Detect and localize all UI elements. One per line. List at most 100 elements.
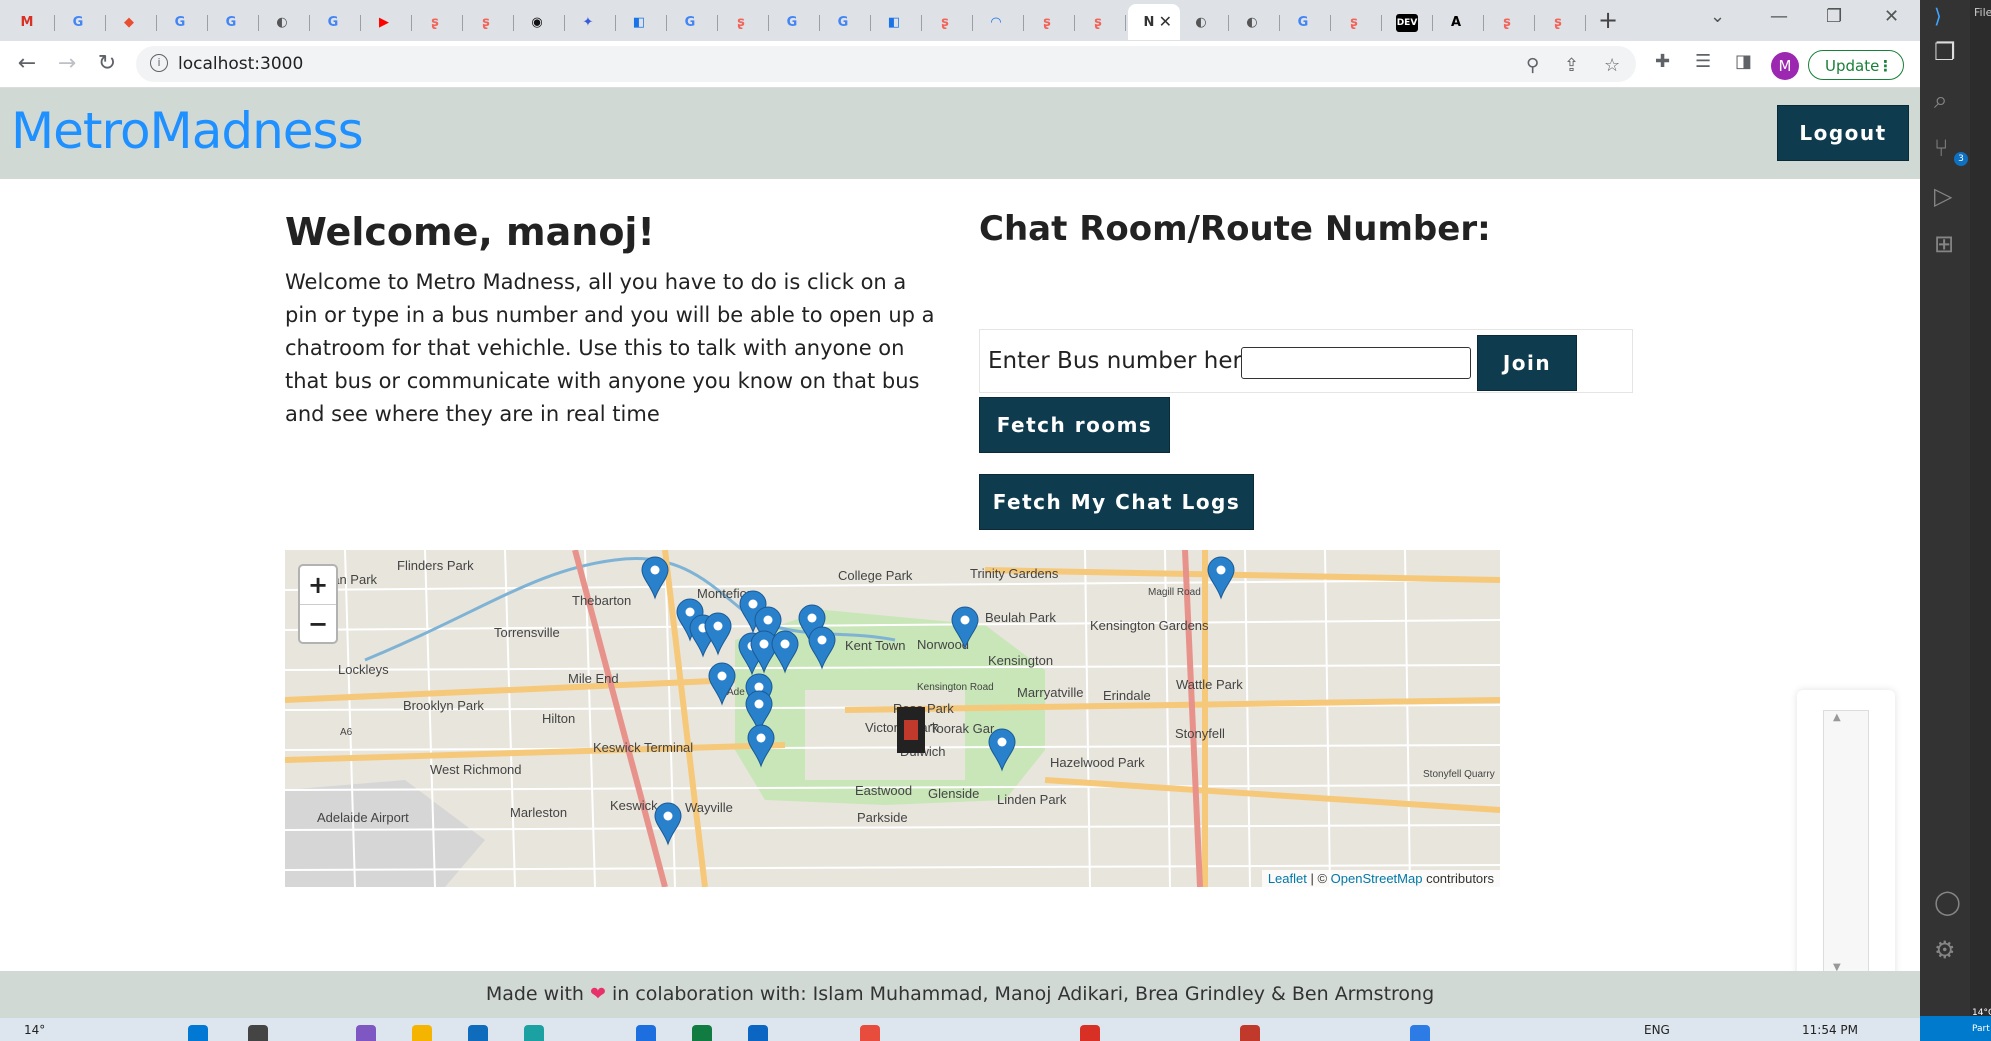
browser-tab[interactable]: ▶ <box>363 4 412 40</box>
store-icon[interactable] <box>524 1025 544 1041</box>
run-debug-icon[interactable]: ▷ <box>1934 182 1952 210</box>
browser-tab[interactable]: G <box>771 4 820 40</box>
fetch-rooms-button[interactable]: Fetch rooms <box>979 397 1170 453</box>
browser-tab[interactable]: DEV <box>1384 4 1433 40</box>
clock[interactable]: 11:54 PM <box>1802 1023 1858 1037</box>
browser-tab[interactable]: ʂ <box>720 4 769 40</box>
browser-tab[interactable]: G <box>822 4 871 40</box>
new-tab-button[interactable]: + <box>1598 6 1618 34</box>
join-button[interactable]: Join <box>1477 335 1577 391</box>
vscode-icon[interactable] <box>1410 1025 1430 1041</box>
vscode-search-icon[interactable]: ⌕ <box>1934 86 1947 114</box>
share-icon[interactable]: ⇪ <box>1564 55 1579 76</box>
browser-tab[interactable]: ʂ <box>1537 4 1586 40</box>
bus-map[interactable]: Flinders Park nan Park Thebarton Montefiore… <box>285 550 1500 887</box>
tab-separator <box>54 15 55 31</box>
bookmark-star-icon[interactable]: ☆ <box>1604 55 1620 76</box>
scroll-up-icon[interactable]: ▲ <box>1833 712 1841 723</box>
weather-temp[interactable]: 14° <box>24 1023 45 1037</box>
browser-tab[interactable]: G <box>210 4 259 40</box>
browser-tab[interactable]: N ✕ <box>1128 4 1180 40</box>
browser-tab[interactable]: A <box>1435 4 1484 40</box>
browser-tab[interactable]: ʂ <box>1333 4 1382 40</box>
tab-separator <box>615 15 616 31</box>
location-icon[interactable]: ⚲ <box>1526 55 1539 76</box>
source-control-icon[interactable]: ⑂ <box>1934 134 1948 162</box>
more-menu-icon[interactable]: ⋮ <box>1878 51 1893 81</box>
browser-tab[interactable]: ◐ <box>1231 4 1280 40</box>
chrome-icon[interactable] <box>1080 1025 1100 1041</box>
browser-tab[interactable]: ◉ <box>516 4 565 40</box>
forward-icon[interactable]: → <box>54 51 80 76</box>
manage-gear-icon[interactable]: ⚙ <box>1934 936 1956 964</box>
restore-icon[interactable]: ❐ <box>1826 6 1842 27</box>
browser-tab[interactable]: ◐ <box>261 4 310 40</box>
browser-tab[interactable]: ʂ <box>924 4 973 40</box>
bus-pin-dot <box>713 621 723 631</box>
start-icon[interactable] <box>188 1025 208 1041</box>
bus-pin-marker[interactable] <box>1207 556 1235 600</box>
search-icon[interactable] <box>248 1025 268 1041</box>
browser-tab[interactable]: G <box>159 4 208 40</box>
zoom-out-button[interactable]: − <box>300 605 336 643</box>
brand-logo[interactable]: MetroMadness <box>11 102 364 160</box>
browser-tab[interactable]: ◧ <box>618 4 667 40</box>
tab-separator <box>411 15 412 31</box>
reload-icon[interactable]: ↻ <box>94 51 120 76</box>
browser-tab[interactable]: ʂ <box>1077 4 1126 40</box>
leaflet-link[interactable]: Leaflet <box>1268 871 1307 886</box>
browser-tab[interactable]: G <box>57 4 106 40</box>
update-button[interactable]: Update ⋮ <box>1808 50 1904 80</box>
browser-tab[interactable]: ◧ <box>873 4 922 40</box>
floating-scroll-widget[interactable]: ▲ ▼ <box>1797 690 1895 995</box>
explorer-files-icon[interactable]: ❐ <box>1934 38 1956 66</box>
browser-tab[interactable]: ◆ <box>108 4 157 40</box>
bus-pin-marker[interactable] <box>704 612 732 656</box>
map-tiles[interactable]: Flinders Parknan ParkThebarton Montefiore… <box>285 550 1500 887</box>
profile-avatar[interactable]: M <box>1771 52 1799 80</box>
browser-tab[interactable]: G <box>669 4 718 40</box>
extensions-icon[interactable]: ✚ <box>1655 51 1670 72</box>
browser-tab[interactable]: ʂ <box>1486 4 1535 40</box>
bus-number-input[interactable] <box>1241 347 1471 379</box>
url-text[interactable]: localhost:3000 <box>178 54 303 74</box>
teams-icon[interactable] <box>356 1025 376 1041</box>
language-indicator[interactable]: ENG <box>1644 1023 1670 1037</box>
browser-tab[interactable]: G <box>312 4 361 40</box>
app-icon-red[interactable] <box>860 1025 880 1041</box>
explorer-icon[interactable] <box>412 1025 432 1041</box>
browser-tab[interactable]: ◠ <box>975 4 1024 40</box>
browser-tab[interactable]: M <box>6 4 55 40</box>
browser-tab[interactable]: ʂ <box>414 4 463 40</box>
logout-button[interactable]: Logout <box>1777 105 1909 161</box>
browser-tab[interactable]: ʂ <box>465 4 514 40</box>
app-icon-circle[interactable] <box>748 1025 768 1041</box>
mail-icon[interactable] <box>468 1025 488 1041</box>
zoom-in-button[interactable]: + <box>300 566 336 605</box>
minimize-icon[interactable]: — <box>1770 6 1788 27</box>
reading-list-icon[interactable]: ☰ <box>1695 51 1711 72</box>
tab-search-chevron-icon[interactable]: ⌄ <box>1710 6 1725 27</box>
bus-pin-marker[interactable] <box>654 802 682 846</box>
vscode-extensions-icon[interactable]: ⊞ <box>1934 230 1954 258</box>
excel-icon[interactable] <box>692 1025 712 1041</box>
browser-tab[interactable]: ◐ <box>1180 4 1229 40</box>
fetch-chat-logs-button[interactable]: Fetch My Chat Logs <box>979 474 1254 530</box>
close-tab-icon[interactable]: ✕ <box>1159 12 1172 31</box>
browser-tab[interactable]: G <box>1282 4 1331 40</box>
browser-tab[interactable]: ✦ <box>567 4 616 40</box>
bus-pin-marker[interactable] <box>641 556 669 600</box>
accounts-icon[interactable]: ◯ <box>1934 888 1961 916</box>
back-icon[interactable]: ← <box>14 51 40 76</box>
app-icon-blue[interactable] <box>636 1025 656 1041</box>
address-bar[interactable]: i localhost:3000 ⚲ ⇪ ☆ <box>136 46 1636 82</box>
osm-link[interactable]: OpenStreetMap <box>1331 871 1423 886</box>
app-icon-active[interactable] <box>1240 1025 1260 1041</box>
side-panel-icon[interactable]: ◨ <box>1735 51 1752 72</box>
close-window-icon[interactable]: ✕ <box>1884 6 1899 27</box>
vscode-menu-file[interactable]: File <box>1974 6 1991 19</box>
site-info-icon[interactable]: i <box>150 54 168 72</box>
scroll-track[interactable] <box>1823 710 1869 980</box>
vscode-activity-bar: ⟩ ❐ ⌕ ⑂ 3 ▷ ⊞ ◯ ⚙ <box>1920 0 1970 1041</box>
browser-tab[interactable]: ʂ <box>1026 4 1075 40</box>
